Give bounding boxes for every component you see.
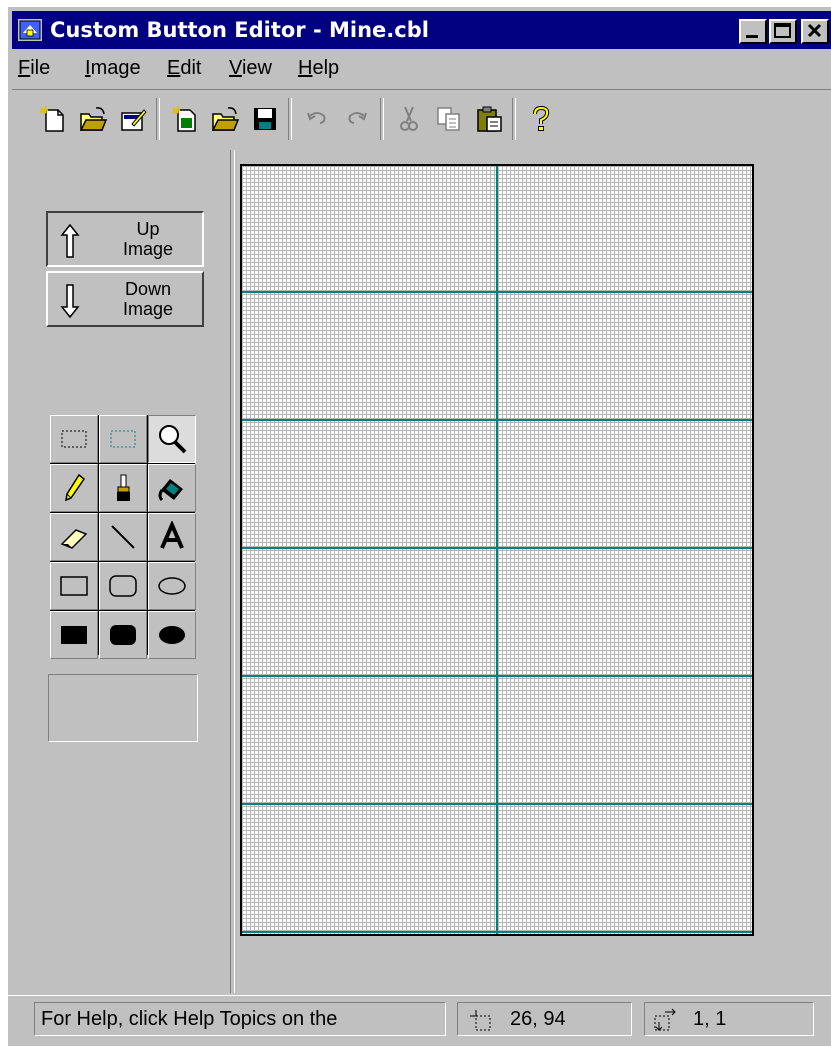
close-button[interactable] [801, 19, 829, 44]
rectangle-icon [60, 576, 88, 596]
status-bar: For Help, click Help Topics on the 26, 9… [8, 995, 831, 1047]
save-button[interactable] [248, 102, 282, 136]
cursor-position-icon [470, 1010, 491, 1031]
tool-select-color-region[interactable] [99, 415, 147, 463]
select-color-region-icon [110, 430, 136, 448]
tool-rounded-rectangle[interactable] [99, 562, 147, 610]
close-icon [807, 23, 822, 38]
status-size-panel: 1, 1 [644, 1002, 814, 1036]
select-rectangle-icon [61, 430, 87, 448]
help-button[interactable] [524, 102, 558, 136]
open-library-button[interactable] [76, 102, 110, 136]
filled-rounded-rectangle-icon [110, 625, 136, 645]
maximize-button[interactable] [769, 19, 797, 44]
app-window: Custom Button Editor - Mine.cbl File Ima… [8, 7, 831, 1046]
new-image-button[interactable] [168, 102, 202, 136]
title-bar[interactable]: Custom Button Editor - Mine.cbl [12, 11, 831, 49]
cut-icon [400, 106, 418, 131]
status-help-panel: For Help, click Help Topics on the [34, 1002, 446, 1036]
down-image-label-line1: Down [124, 279, 172, 299]
app-icon[interactable] [18, 19, 42, 41]
minimize-icon [746, 35, 758, 38]
open-image-icon [211, 107, 240, 131]
undo-icon [307, 112, 326, 124]
tool-eraser[interactable] [50, 513, 98, 561]
toolbar-separator [288, 98, 292, 140]
magnifier-icon [159, 425, 187, 454]
menu-bar: File Image Edit View Help [12, 51, 831, 87]
copy-icon [437, 107, 460, 131]
canvas-area [233, 150, 831, 993]
edit-library-button[interactable] [116, 102, 150, 136]
tool-rectangle[interactable] [50, 562, 98, 610]
up-image-label-line2: Image [122, 239, 174, 259]
text-icon [160, 521, 184, 549]
toolbar-separator [156, 98, 160, 140]
ellipse-icon [158, 577, 186, 595]
tool-palette [50, 415, 196, 659]
tool-ellipse[interactable] [148, 562, 196, 610]
filled-ellipse-icon [159, 626, 185, 644]
minimize-button[interactable] [739, 19, 767, 44]
redo-icon [348, 112, 367, 124]
menu-file[interactable]: File [18, 57, 50, 80]
status-size-value: 1, 1 [693, 1008, 727, 1030]
open-image-button[interactable] [208, 102, 242, 136]
undo-button[interactable] [300, 102, 334, 136]
eraser-icon [60, 529, 88, 549]
color-preview-box [48, 674, 198, 742]
toolbar-separator [512, 98, 516, 140]
paint-bucket-icon [158, 479, 183, 502]
window-title: Custom Button Editor - Mine.cbl [50, 18, 429, 42]
menu-view[interactable]: View [229, 57, 272, 80]
pencil-icon [65, 473, 86, 502]
open-library-icon [79, 107, 108, 131]
copy-button[interactable] [432, 102, 466, 136]
brush-icon [117, 474, 130, 501]
cut-button[interactable] [392, 102, 426, 136]
new-image-icon [171, 105, 196, 132]
down-arrow-icon [60, 284, 80, 319]
tool-brush[interactable] [99, 464, 147, 512]
menu-edit[interactable]: Edit [167, 57, 201, 80]
edit-library-icon [121, 109, 147, 131]
rounded-rectangle-icon [109, 575, 137, 597]
menu-help[interactable]: Help [298, 57, 339, 80]
tool-zoom[interactable] [148, 415, 196, 463]
status-help-text: For Help, click Help Topics on the [41, 1008, 338, 1030]
tool-line[interactable] [99, 513, 147, 561]
toolbar-separator [380, 98, 384, 140]
paste-icon [477, 106, 502, 132]
maximize-icon [774, 23, 791, 38]
new-library-icon [39, 105, 64, 132]
line-icon [111, 525, 135, 549]
status-position-value: 26, 94 [510, 1008, 566, 1030]
tool-filled-rounded-rectangle[interactable] [99, 611, 147, 659]
tool-select-rectangle[interactable] [50, 415, 98, 463]
tool-pencil[interactable] [50, 464, 98, 512]
help-icon [533, 105, 550, 131]
selection-size-icon [654, 1008, 676, 1031]
menu-image[interactable]: Image [85, 57, 141, 80]
status-position-panel: 26, 94 [457, 1002, 632, 1036]
up-arrow-icon [60, 223, 80, 258]
filled-rectangle-icon [61, 626, 87, 644]
save-icon [254, 108, 276, 130]
down-image-label-line2: Image [122, 299, 174, 319]
toolbar [12, 89, 831, 150]
tool-filled-rectangle[interactable] [50, 611, 98, 659]
paste-button[interactable] [472, 102, 506, 136]
up-image-button[interactable]: Up Image [46, 211, 204, 267]
up-image-label-line1: Up [136, 219, 160, 239]
redo-button[interactable] [340, 102, 374, 136]
down-image-button[interactable]: Down Image [46, 271, 204, 327]
new-library-button[interactable] [36, 102, 70, 136]
tool-fill[interactable] [148, 464, 196, 512]
tool-text[interactable] [148, 513, 196, 561]
edit-grid-canvas[interactable] [240, 164, 754, 936]
tool-filled-ellipse[interactable] [148, 611, 196, 659]
